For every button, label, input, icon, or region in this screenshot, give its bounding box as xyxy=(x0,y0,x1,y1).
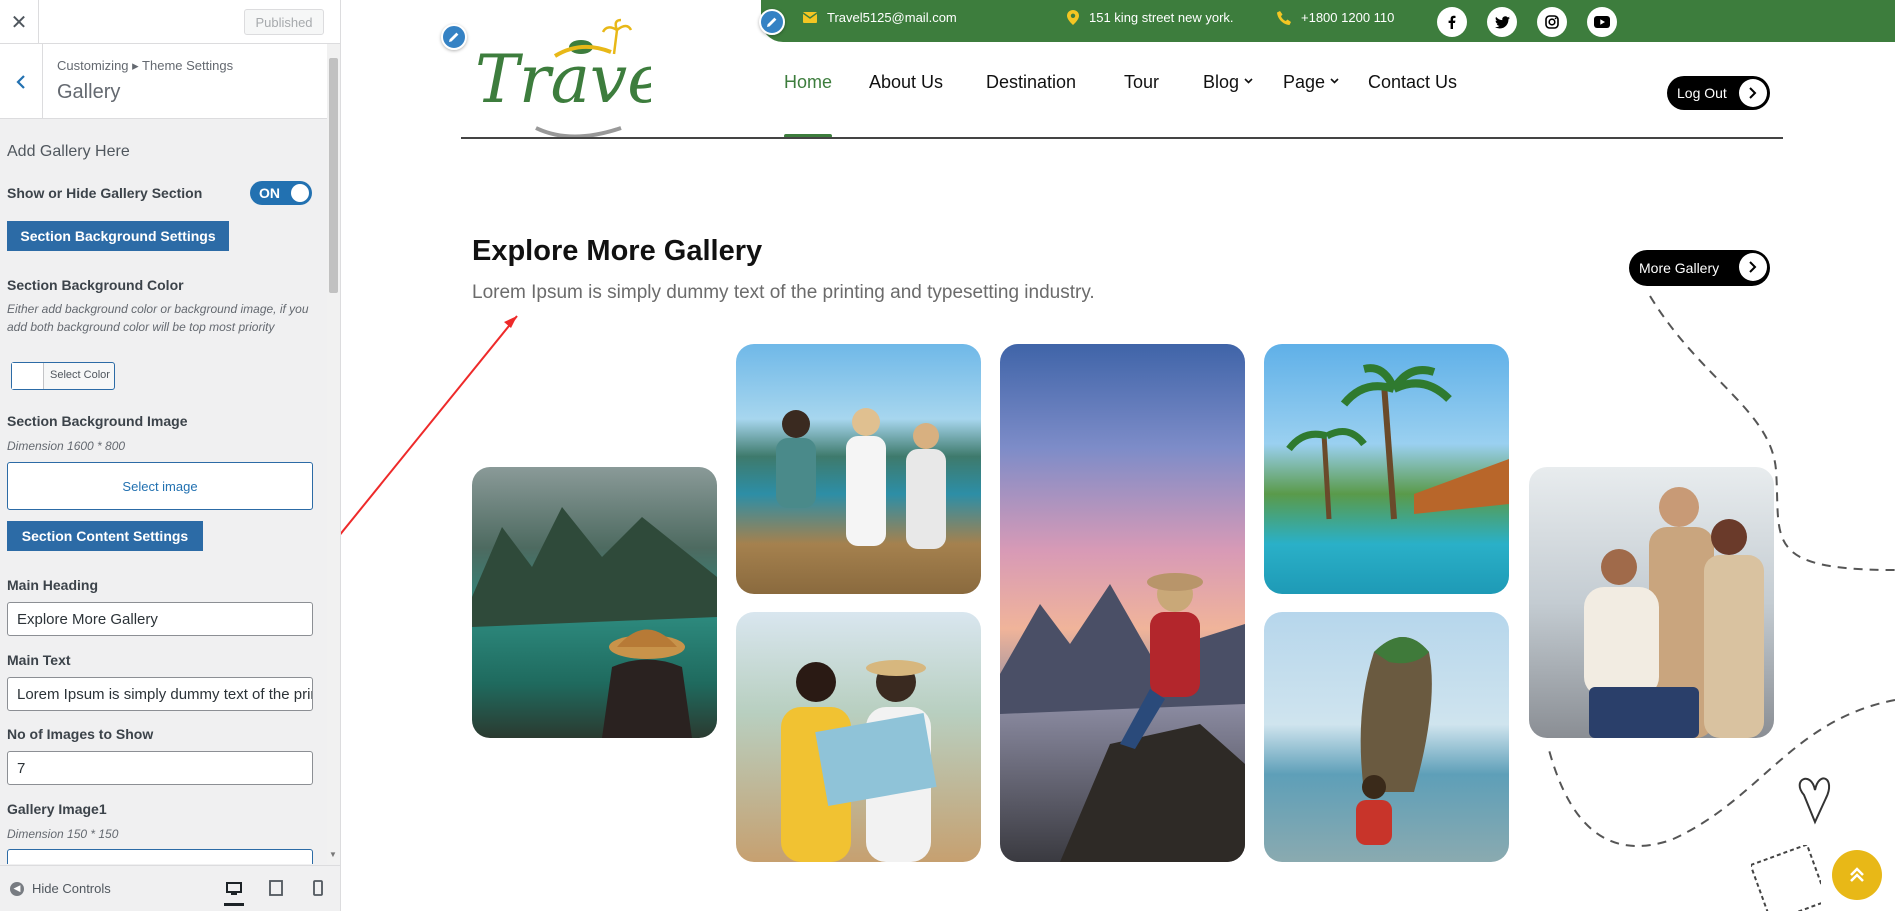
stamp-decoration xyxy=(1751,845,1821,911)
bg-color-hint: Either add background color or backgroun… xyxy=(7,302,309,334)
double-chevron-up-icon xyxy=(1850,867,1864,882)
toggle-label: ON xyxy=(259,185,280,201)
section-header: Customizing ▸ Theme Settings Gallery xyxy=(0,44,327,119)
main-text-input[interactable]: Lorem Ipsum is simply dummy text of the … xyxy=(7,677,313,711)
close-icon[interactable]: ✕ xyxy=(0,0,39,44)
add-gallery-heading: Add Gallery Here xyxy=(7,143,130,160)
select-image-button[interactable]: Select image xyxy=(7,462,313,510)
scroll-to-top-button[interactable] xyxy=(1832,850,1882,900)
controls-list[interactable]: Add Gallery Here Show or Hide Gallery Se… xyxy=(0,119,327,864)
back-icon[interactable] xyxy=(0,44,43,119)
bg-image-label: Section Background Image xyxy=(7,413,188,429)
gallery-image1-select[interactable] xyxy=(7,849,313,864)
collapse-icon: ◀ xyxy=(10,881,24,896)
desktop-preview-icon[interactable] xyxy=(224,874,244,906)
toggle-knob xyxy=(291,184,309,202)
tablet-preview-icon[interactable] xyxy=(266,878,286,898)
customizer-panel: ✕ Published Customizing ▸ Theme Settings… xyxy=(0,0,341,911)
show-hide-label: Show or Hide Gallery Section xyxy=(7,185,203,201)
annotation-arrow xyxy=(341,315,518,535)
breadcrumb: Customizing ▸ Theme Settings xyxy=(57,58,234,73)
mobile-preview-icon[interactable] xyxy=(308,878,328,898)
customizer-header: ✕ Published xyxy=(0,0,340,44)
num-images-label: No of Images to Show xyxy=(7,726,154,742)
panel-scrollbar[interactable]: ▼ xyxy=(327,44,340,864)
num-images-input[interactable]: 7 xyxy=(7,751,313,785)
published-button[interactable]: Published xyxy=(244,9,324,35)
background-settings-button[interactable]: Section Background Settings xyxy=(7,221,229,251)
bg-color-label: Section Background Color xyxy=(7,277,184,293)
bg-image-dimension: Dimension 1600 * 800 xyxy=(7,439,126,453)
scrollbar-thumb[interactable] xyxy=(329,58,338,293)
gallery-image1-label: Gallery Image1 xyxy=(7,801,107,817)
hide-controls-label: Hide Controls xyxy=(32,881,111,896)
section-title: Gallery xyxy=(57,81,121,103)
content-settings-button[interactable]: Section Content Settings xyxy=(7,521,203,551)
select-color-button[interactable]: Select Color xyxy=(11,362,115,390)
main-text-label: Main Text xyxy=(7,652,71,668)
customizer-footer: ◀ Hide Controls xyxy=(0,865,340,911)
site-preview: Travel5125@mail.com 151 king street new … xyxy=(341,0,1895,911)
show-gallery-toggle[interactable]: ON xyxy=(250,181,312,205)
main-heading-label: Main Heading xyxy=(7,577,99,593)
select-color-label: Select Color xyxy=(50,369,110,381)
hide-controls-button[interactable]: ◀ Hide Controls xyxy=(10,881,111,896)
scroll-down-icon[interactable]: ▼ xyxy=(329,850,337,859)
color-swatch xyxy=(12,363,44,389)
gallery-image1-dimension: Dimension 150 * 150 xyxy=(7,827,119,841)
main-heading-input[interactable]: Explore More Gallery xyxy=(7,602,313,636)
